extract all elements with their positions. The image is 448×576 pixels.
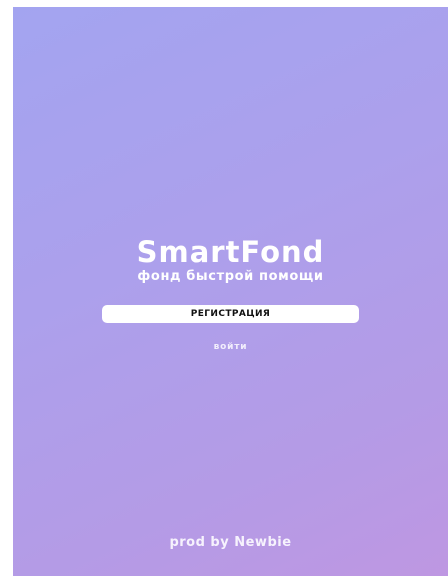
login-link[interactable]: войти xyxy=(13,341,448,353)
app-title: SmartFond xyxy=(136,235,325,269)
footer-credit: prod by Newbie xyxy=(169,535,292,550)
register-button[interactable]: РЕГИСТРАЦИЯ xyxy=(102,305,359,323)
app-tagline: фонд быстрой помощи xyxy=(137,269,324,284)
app-screen: SmartFond фонд быстрой помощи РЕГИСТРАЦИ… xyxy=(13,7,448,576)
